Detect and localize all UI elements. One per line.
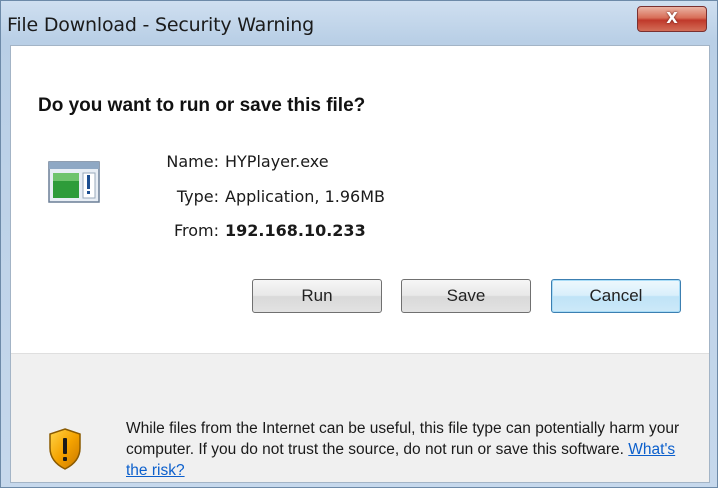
warning-message: While files from the Internet can be use… [126,418,696,481]
dialog-content: Do you want to run or save this file? Na… [10,45,710,483]
title-bar[interactable]: File Download - Security Warning X [1,1,717,45]
warning-text: While files from the Internet can be use… [126,420,680,458]
application-window-icon [48,161,100,203]
shield-warning-icon [49,428,81,470]
save-button[interactable]: Save [401,279,531,313]
file-type-label: Type: [176,187,219,206]
warning-footer: While files from the Internet can be use… [11,354,709,482]
security-warning-dialog: File Download - Security Warning X Do yo… [0,0,718,488]
file-from-value: 192.168.10.233 [225,221,366,240]
file-type-value: Application, 1.96MB [225,187,385,206]
dialog-question: Do you want to run or save this file? [38,95,366,116]
file-name-label: Name: [166,152,219,171]
close-button[interactable]: X [637,6,707,32]
cancel-button[interactable]: Cancel [551,279,681,313]
run-button[interactable]: Run [252,279,382,313]
window-title: File Download - Security Warning [7,14,314,36]
file-name-value: HYPlayer.exe [225,152,329,171]
file-from-label: From: [173,221,219,240]
